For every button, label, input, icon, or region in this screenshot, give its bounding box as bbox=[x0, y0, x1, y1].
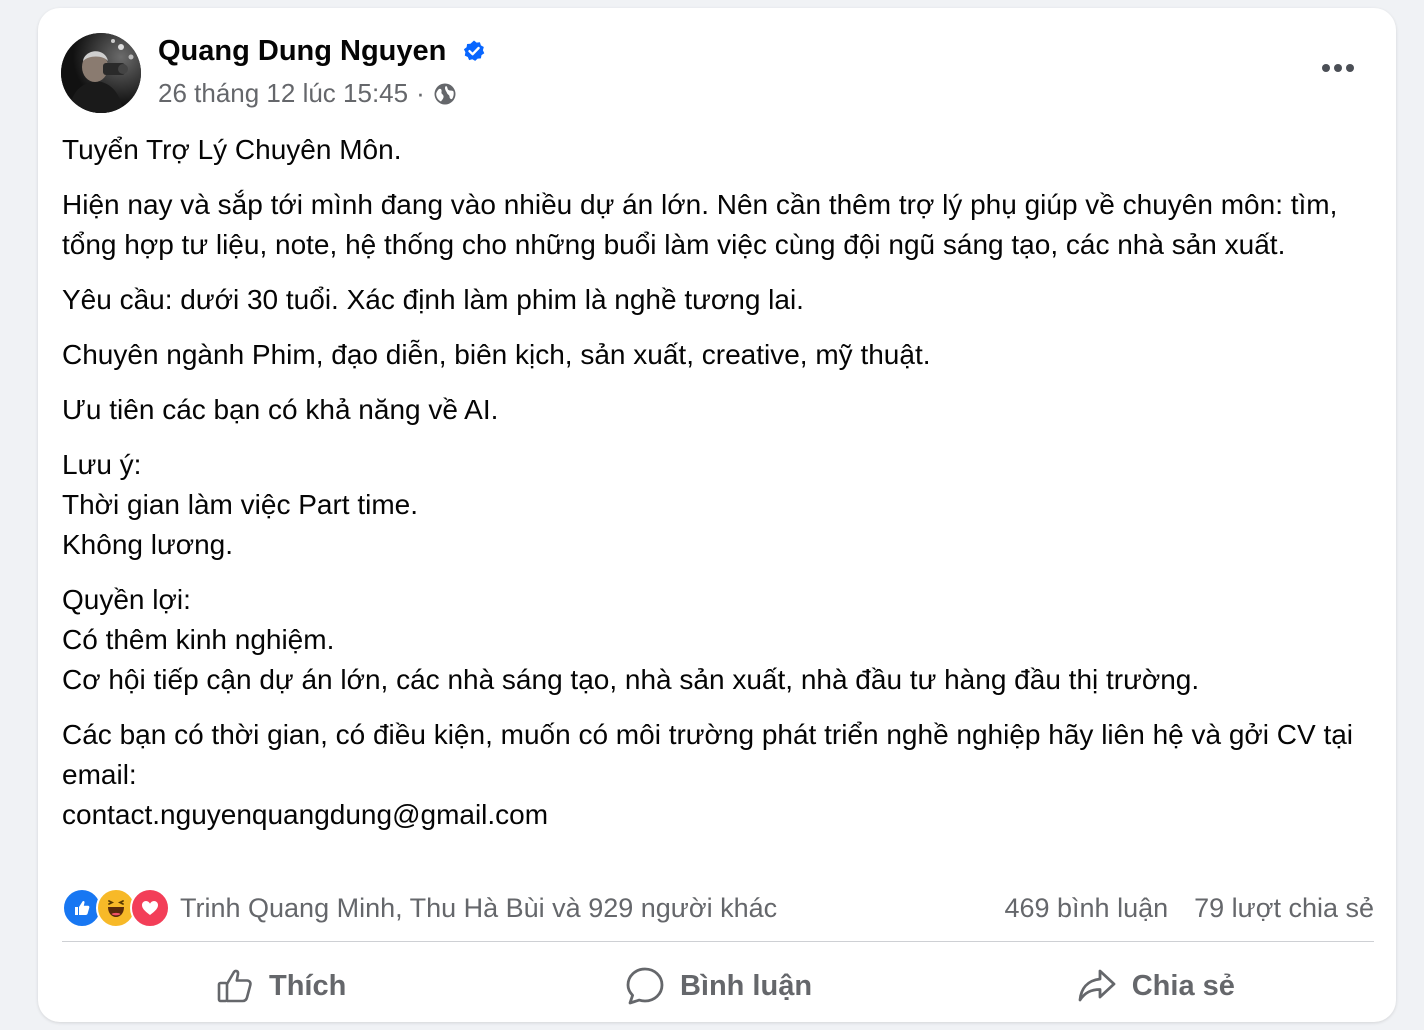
post-text-line: Không lương. bbox=[62, 529, 233, 560]
post-text-line: Cơ hội tiếp cận dự án lớn, các nhà sáng … bbox=[62, 664, 1200, 695]
reactors-summary[interactable]: Trinh Quang Minh, Thu Hà Bùi và 929 ngườ… bbox=[180, 893, 777, 924]
more-horizontal-icon bbox=[1322, 64, 1354, 72]
shares-count[interactable]: 79 lượt chia sẻ bbox=[1194, 893, 1374, 924]
verified-badge-icon bbox=[462, 38, 486, 71]
thumbs-up-icon bbox=[215, 966, 255, 1006]
comment-label: Bình luận bbox=[679, 969, 813, 1002]
post-text-line: Ưu tiên các bạn có khả năng về AI. bbox=[62, 394, 499, 425]
share-label: Chia sẻ bbox=[1131, 969, 1235, 1002]
post-stats: Trinh Quang Minh, Thu Hà Bùi và 929 ngườ… bbox=[62, 888, 1374, 928]
share-button[interactable]: Chia sẻ bbox=[937, 953, 1374, 1019]
post-text-line: Lưu ý: bbox=[62, 449, 142, 480]
more-options-button[interactable] bbox=[1316, 50, 1360, 86]
author-name-row: Quang Dung Nguyen bbox=[158, 35, 486, 71]
globe-icon[interactable] bbox=[433, 82, 457, 106]
post-paragraph: Lưu ý: Thời gian làm việc Part time. Khô… bbox=[62, 445, 1362, 565]
post-meta: 26 tháng 12 lúc 15:45 · bbox=[158, 78, 457, 109]
post-text-line: Các bạn có thời gian, có điều kiện, muốn… bbox=[62, 719, 1354, 790]
post-paragraph: Chuyên ngành Phim, đạo diễn, biên kịch, … bbox=[62, 335, 1362, 375]
post-paragraph: Ưu tiên các bạn có khả năng về AI. bbox=[62, 390, 1362, 430]
comment-button[interactable]: Bình luận bbox=[499, 953, 936, 1019]
post-text-line: Tuyển Trợ Lý Chuyên Môn. bbox=[62, 134, 402, 165]
avatar[interactable] bbox=[61, 33, 141, 113]
post-timestamp[interactable]: 26 tháng 12 lúc 15:45 bbox=[158, 78, 408, 109]
post-text-line: Quyền lợi: bbox=[62, 584, 191, 615]
post-body: Tuyển Trợ Lý Chuyên Môn. Hiện nay và sắp… bbox=[62, 130, 1362, 850]
love-reaction-icon bbox=[130, 888, 170, 928]
post-actions: Thích Bình luận Chia sẻ bbox=[62, 953, 1374, 1019]
comments-count[interactable]: 469 bình luận bbox=[1004, 893, 1168, 924]
post-text-line: Yêu cầu: dưới 30 tuổi. Xác định làm phim… bbox=[62, 284, 804, 315]
post-text-line: Có thêm kinh nghiệm. bbox=[62, 624, 335, 655]
share-icon bbox=[1076, 965, 1118, 1007]
divider bbox=[62, 941, 1374, 942]
comment-icon bbox=[624, 965, 666, 1007]
post-card: Quang Dung Nguyen 26 tháng 12 lúc 15:45 … bbox=[38, 8, 1396, 1022]
reaction-icons[interactable] bbox=[62, 888, 170, 928]
post-paragraph: Hiện nay và sắp tới mình đang vào nhiều … bbox=[62, 185, 1362, 265]
post-paragraph: Các bạn có thời gian, có điều kiện, muốn… bbox=[62, 715, 1362, 835]
post-paragraph: Quyền lợi: Có thêm kinh nghiệm. Cơ hội t… bbox=[62, 580, 1362, 700]
avatar-photo bbox=[61, 33, 141, 113]
stats-counts: 469 bình luận 79 lượt chia sẻ bbox=[1004, 893, 1374, 924]
contact-email: contact.nguyenquangdung@gmail.com bbox=[62, 799, 549, 830]
post-text-line: Thời gian làm việc Part time. bbox=[62, 489, 419, 520]
meta-separator: · bbox=[416, 78, 425, 108]
like-label: Thích bbox=[268, 969, 347, 1002]
post-text-line: Chuyên ngành Phim, đạo diễn, biên kịch, … bbox=[62, 339, 931, 370]
post-paragraph: Tuyển Trợ Lý Chuyên Môn. bbox=[62, 130, 1362, 170]
post-text-line: Hiện nay và sắp tới mình đang vào nhiều … bbox=[62, 189, 1338, 260]
like-button[interactable]: Thích bbox=[62, 953, 499, 1019]
author-name[interactable]: Quang Dung Nguyen bbox=[158, 35, 446, 67]
post-paragraph: Yêu cầu: dưới 30 tuổi. Xác định làm phim… bbox=[62, 280, 1362, 320]
